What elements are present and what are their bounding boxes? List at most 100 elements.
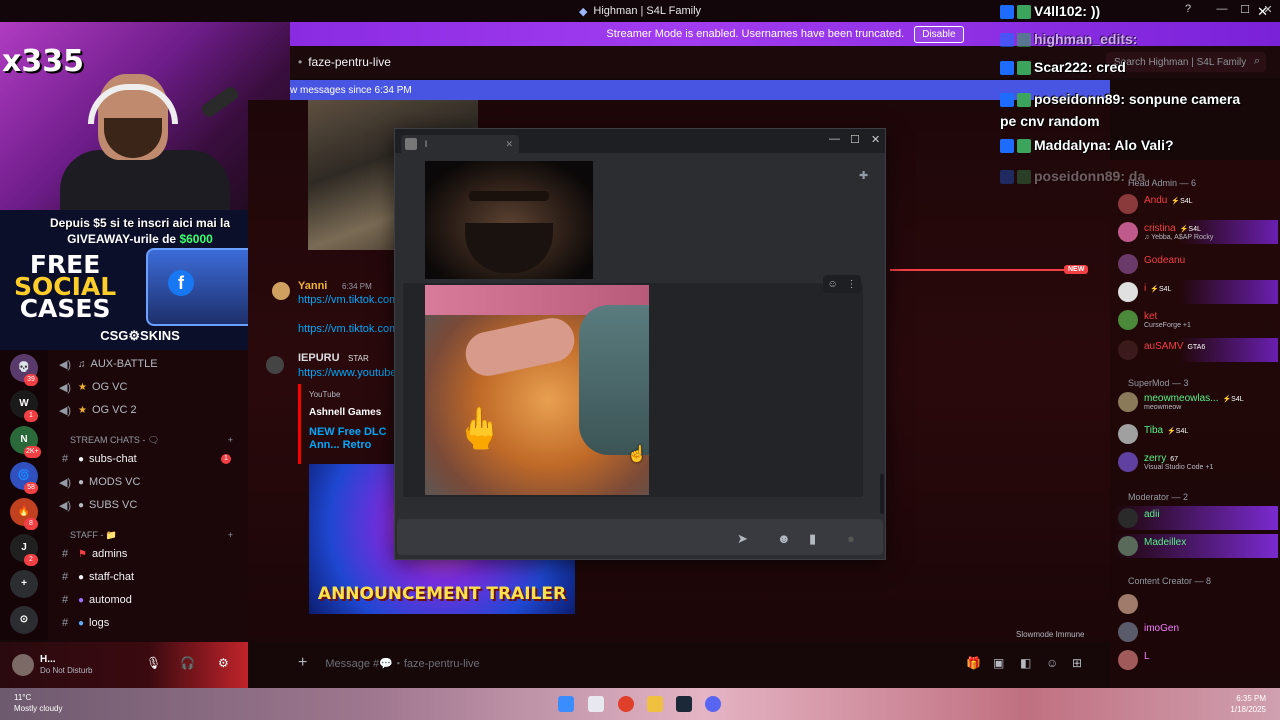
member-row[interactable]: i ⚡S4L <box>1114 280 1278 304</box>
member-row[interactable]: meowmeowlas... ⚡S4L meowmeow <box>1114 390 1278 414</box>
avatar[interactable] <box>1118 254 1138 274</box>
category-stream-chats[interactable]: STREAM CHATS - 🗨 + <box>58 430 243 450</box>
close-window-button[interactable]: ✕ <box>871 133 880 146</box>
add-member-icon[interactable]: ✚ <box>859 169 868 182</box>
channel-logs[interactable]: # ● logs <box>58 613 243 633</box>
gear-icon[interactable]: ⚙ <box>218 656 229 670</box>
server-icon[interactable]: ⊙ <box>10 606 38 634</box>
category-staff[interactable]: STAFF - 📁 + <box>58 525 243 545</box>
channel-admins[interactable]: # ⚑ admins <box>58 544 243 564</box>
brave-icon[interactable] <box>618 696 634 712</box>
send-icon[interactable]: ➤ <box>737 531 748 547</box>
member-row[interactable]: ket CurseForge +1 <box>1114 308 1278 332</box>
channel-subs-chat[interactable]: # ● subs-chat 1 <box>58 449 243 469</box>
channel-staff-chat[interactable]: # ● staff-chat <box>58 567 243 587</box>
channel-automod[interactable]: # ● automod <box>58 590 243 610</box>
new-messages-bar[interactable]: w messages since 6:34 PM <box>290 80 1110 100</box>
message-author[interactable]: IEPURU <box>298 352 340 364</box>
video-tile[interactable] <box>425 161 593 279</box>
avatar[interactable] <box>272 282 290 300</box>
gift-icon[interactable]: 🎁 <box>966 656 981 670</box>
message-author[interactable]: Yanni <box>298 280 327 292</box>
popout-tab[interactable]: l ✕ <box>401 135 519 153</box>
avatar[interactable] <box>1118 310 1138 330</box>
attachment-icon[interactable]: ▮ <box>809 531 816 547</box>
avatar[interactable] <box>1118 282 1138 302</box>
member-row[interactable]: adii <box>1114 506 1278 530</box>
microphone-icon[interactable]: 🎙 <box>146 656 161 670</box>
cat-image[interactable]: 🖕 <box>425 285 649 495</box>
avatar[interactable] <box>1118 222 1138 242</box>
member-row[interactable]: auSAMV GTA6 <box>1114 338 1278 362</box>
sticker-icon[interactable]: ◧ <box>1020 656 1031 670</box>
middle-finger-icon: 🖕 <box>455 407 505 451</box>
member-row[interactable]: imoGen <box>1114 620 1278 644</box>
emoji-icon[interactable]: ☻ <box>777 531 791 546</box>
member-row[interactable]: zerry 67 Visual Studio Code +1 <box>1114 450 1278 474</box>
steam-icon[interactable] <box>676 696 692 712</box>
minimize-button[interactable]: — <box>1214 3 1230 19</box>
promo-banner: Depuis $5 si te inscri aici mai la GIVEA… <box>0 210 280 350</box>
member-row[interactable]: Tiba ⚡S4L <box>1114 422 1278 446</box>
server-icon[interactable]: + <box>10 570 38 598</box>
message-link[interactable]: https://vm.tiktok.com <box>298 294 398 306</box>
promo-line2: GIVEAWAY-urile de $6000 <box>67 232 213 246</box>
gif-icon[interactable]: ▣ <box>993 656 1004 670</box>
avatar[interactable] <box>1118 508 1138 528</box>
member-row[interactable]: Andu ⚡S4L <box>1114 192 1278 216</box>
member-row[interactable]: L <box>1114 648 1278 672</box>
add-channel-icon[interactable]: + <box>228 435 233 445</box>
channel-og-vc-2[interactable]: ◀) ★ OG VC 2 <box>58 400 243 420</box>
apps-icon[interactable]: ⊞ <box>1072 656 1082 670</box>
channel-subs-vc[interactable]: ◀) ● SUBS VC <box>58 495 243 515</box>
headphones-icon[interactable]: 🎧 <box>180 656 195 670</box>
voice-icon[interactable]: ● <box>847 531 855 546</box>
search-input[interactable]: Search Highman | S4L Family ⌕ <box>1106 52 1266 72</box>
avatar[interactable] <box>12 654 34 676</box>
avatar[interactable] <box>1118 594 1138 614</box>
avatar[interactable] <box>1118 536 1138 556</box>
emoji-icon[interactable]: ☺ <box>1046 656 1058 670</box>
more-icon[interactable]: ⋮ <box>847 279 857 290</box>
member-name: cristina ⚡S4L <box>1144 223 1201 234</box>
message-link[interactable]: https://vm.tiktok.com <box>298 323 398 335</box>
member-row[interactable] <box>1114 592 1278 616</box>
facebook-icon: f <box>168 270 194 296</box>
avatar[interactable] <box>1118 452 1138 472</box>
discord-icon[interactable] <box>705 696 721 712</box>
avatar[interactable] <box>1118 650 1138 670</box>
folder-icon[interactable] <box>647 696 663 712</box>
member-row[interactable]: Godeanu <box>1114 252 1278 276</box>
embed-title[interactable]: NEW Free DLC Ann... Retro <box>309 426 399 452</box>
member-row[interactable]: Madeillex <box>1114 534 1278 558</box>
popout-window[interactable]: l ✕ — ☐ ✕ ✚ 🖕 ☺ ⋮ ➤ ☻ ▮ ● <box>394 128 886 560</box>
maximize-button[interactable]: ☐ <box>1237 3 1253 19</box>
avatar[interactable] <box>1118 194 1138 214</box>
avatar[interactable] <box>1118 392 1138 412</box>
embed-author[interactable]: Ashnell Games <box>309 407 381 418</box>
maximize-button[interactable]: ☐ <box>850 133 860 146</box>
add-channel-icon[interactable]: + <box>228 530 233 540</box>
close-icon[interactable]: ✕ <box>1257 4 1268 20</box>
channel-og-vc[interactable]: ◀) ★ OG VC <box>58 377 243 397</box>
emoji-icon[interactable]: ☺ <box>827 279 837 290</box>
taskview-icon[interactable] <box>588 696 604 712</box>
avatar[interactable] <box>1118 424 1138 444</box>
scrollbar[interactable] <box>880 474 884 514</box>
close-tab-icon[interactable]: ✕ <box>505 135 513 153</box>
add-attachment-icon[interactable]: + <box>298 654 307 672</box>
speaker-icon: ◀) <box>58 404 72 417</box>
channel-aux-battle[interactable]: ◀) ♫ AUX-BATTLE <box>58 354 243 374</box>
weather-widget[interactable]: 11°C Mostly cloudy <box>14 692 62 714</box>
disable-streamer-button[interactable]: Disable <box>914 25 964 43</box>
member-row[interactable]: cristina ⚡S4L ♫ Yebba, A$AP Rocky <box>1114 220 1278 244</box>
minimize-button[interactable]: — <box>829 133 840 145</box>
avatar[interactable] <box>1118 622 1138 642</box>
channel-mods-vc[interactable]: ◀) ● MODS VC <box>58 472 243 492</box>
start-icon[interactable] <box>558 696 574 712</box>
message-link[interactable]: https://www.youtube <box>298 367 396 379</box>
clock[interactable]: 6:35 PM 1/18/2025 <box>1230 693 1266 715</box>
avatar[interactable] <box>1118 340 1138 360</box>
help-icon[interactable]: ? <box>1180 3 1196 19</box>
avatar[interactable] <box>266 356 284 374</box>
